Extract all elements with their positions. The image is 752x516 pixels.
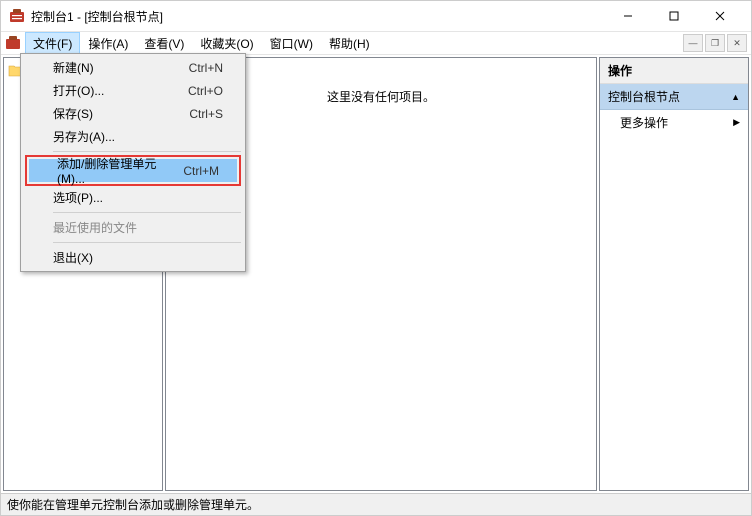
menu-window[interactable]: 窗口(W) (262, 32, 321, 55)
actions-section-label: 控制台根节点 (608, 88, 680, 105)
actions-pane: 操作 控制台根节点 ▲ 更多操作 ▶ (599, 57, 749, 491)
menu-help[interactable]: 帮助(H) (321, 32, 378, 55)
minimize-button[interactable] (605, 1, 651, 31)
mdi-minimize-button[interactable]: — (683, 34, 703, 52)
submenu-arrow-icon: ▶ (733, 117, 740, 128)
menu-favorites[interactable]: 收藏夹(O) (192, 32, 261, 55)
menu-item-save[interactable]: 保存(S)Ctrl+S (23, 102, 243, 125)
menu-item-options[interactable]: 选项(P)... (23, 186, 243, 209)
title-bar: 控制台1 - [控制台根节点] (1, 1, 751, 31)
highlight-box: 添加/删除管理单元(M)...Ctrl+M (25, 155, 241, 186)
status-text: 使你能在管理单元控制台添加或删除管理单元。 (7, 496, 259, 513)
status-bar: 使你能在管理单元控制台添加或删除管理单元。 (1, 493, 751, 515)
actions-more[interactable]: 更多操作 ▶ (600, 110, 748, 135)
menu-file[interactable]: 文件(F) (25, 32, 80, 55)
menu-separator (53, 151, 241, 152)
menu-item-label: 打开(O)... (53, 82, 188, 99)
menu-item-shortcut: Ctrl+O (188, 84, 223, 98)
mdi-restore-button[interactable]: ❐ (705, 34, 725, 52)
menu-item-open[interactable]: 打开(O)...Ctrl+O (23, 79, 243, 102)
menu-item-label: 添加/删除管理单元(M)... (57, 155, 183, 186)
app-icon (9, 8, 25, 24)
actions-header: 操作 (600, 58, 748, 84)
menu-item-exit[interactable]: 退出(X) (23, 246, 243, 269)
menu-item-label: 选项(P)... (53, 189, 223, 206)
maximize-button[interactable] (651, 1, 697, 31)
menu-separator (53, 212, 241, 213)
menu-item-label: 新建(N) (53, 59, 189, 76)
menu-view[interactable]: 查看(V) (136, 32, 192, 55)
menu-operate[interactable]: 操作(A) (80, 32, 136, 55)
toolbar-app-icon (5, 35, 21, 51)
empty-message: 这里没有任何项目。 (327, 88, 435, 490)
menu-item-shortcut: Ctrl+S (189, 107, 223, 121)
close-button[interactable] (697, 1, 743, 31)
menu-item-label: 退出(X) (53, 249, 223, 266)
menu-item-label: 保存(S) (53, 105, 189, 122)
menu-item-recent: 最近使用的文件 (23, 216, 243, 239)
menu-item-new[interactable]: 新建(N)Ctrl+N (23, 56, 243, 79)
collapse-icon: ▲ (731, 92, 740, 102)
menu-bar: 文件(F) 操作(A) 查看(V) 收藏夹(O) 窗口(W) 帮助(H) — ❐… (1, 31, 751, 55)
menu-item-shortcut: Ctrl+N (189, 61, 223, 75)
mdi-close-button[interactable]: ✕ (727, 34, 747, 52)
menu-item-save-as[interactable]: 另存为(A)... (23, 125, 243, 148)
menu-item-label: 最近使用的文件 (53, 219, 223, 236)
window-title: 控制台1 - [控制台根节点] (31, 8, 605, 25)
actions-more-label: 更多操作 (620, 114, 668, 131)
actions-section[interactable]: 控制台根节点 ▲ (600, 84, 748, 110)
menu-item-add-remove-snapin[interactable]: 添加/删除管理单元(M)...Ctrl+M (23, 155, 243, 186)
menu-separator (53, 242, 241, 243)
file-menu-dropdown: 新建(N)Ctrl+N 打开(O)...Ctrl+O 保存(S)Ctrl+S 另… (20, 53, 246, 272)
menu-item-shortcut: Ctrl+M (183, 164, 219, 178)
menu-item-label: 另存为(A)... (53, 128, 223, 145)
